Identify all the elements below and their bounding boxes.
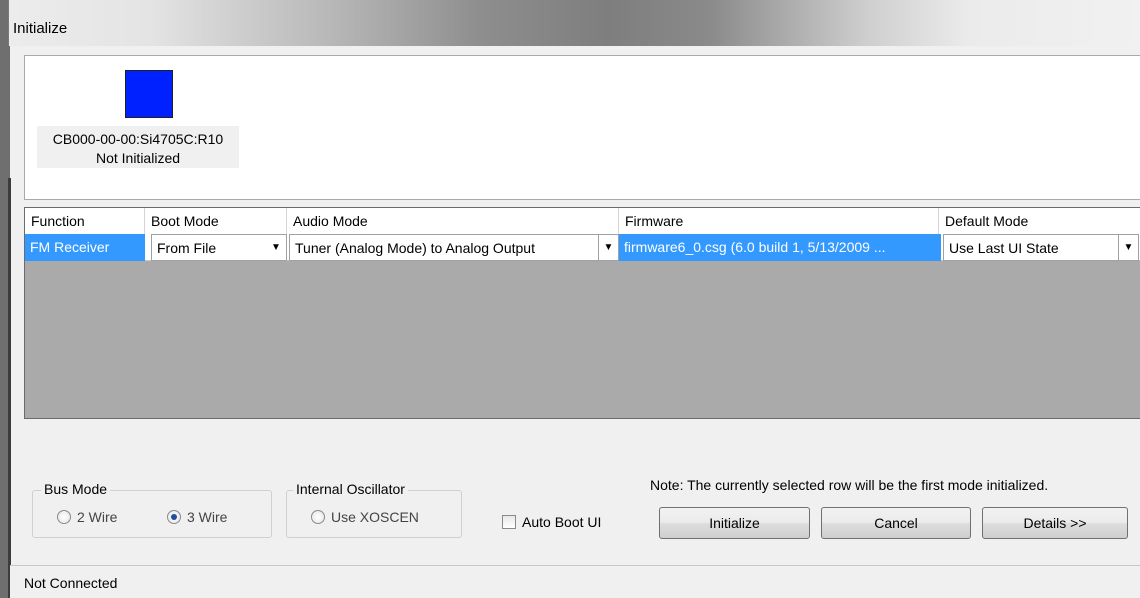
initialize-button[interactable]: Initialize [659, 507, 810, 539]
bus-mode-group: Bus Mode 2 Wire 3 Wire [32, 481, 272, 538]
radio-2-wire-label: 2 Wire [77, 509, 118, 525]
checkbox-icon [502, 515, 516, 529]
column-header-function[interactable]: Function [25, 208, 145, 234]
default-mode-select[interactable]: Use Last UI State ▼ [943, 234, 1139, 261]
column-header-default-mode[interactable]: Default Mode [939, 208, 1140, 234]
auto-boot-label: Auto Boot UI [522, 514, 602, 530]
device-status: Not Initialized [95, 150, 181, 166]
bus-mode-label: Bus Mode [41, 481, 111, 497]
auto-boot-checkbox[interactable]: Auto Boot UI [502, 514, 601, 530]
cell-firmware[interactable]: firmware6_0.csg (6.0 build 1, 5/13/2009 … [619, 234, 941, 261]
radio-3-wire[interactable]: 3 Wire [167, 509, 227, 525]
device-icon[interactable] [125, 70, 173, 118]
audio-mode-value: Tuner (Analog Mode) to Analog Output [295, 240, 535, 256]
radio-use-xoscen-label: Use XOSCEN [331, 509, 419, 525]
radio-icon [311, 510, 325, 524]
radio-3-wire-label: 3 Wire [187, 509, 228, 525]
default-mode-value: Use Last UI State [949, 240, 1059, 256]
cancel-button[interactable]: Cancel [821, 507, 971, 539]
status-bar: Not Connected [10, 565, 1140, 598]
oscillator-group: Internal Oscillator Use XOSCEN [286, 481, 462, 538]
table-row[interactable]: FM Receiver From File ▼ Tuner (Analog Mo… [25, 234, 1140, 261]
column-header-firmware[interactable]: Firmware [619, 208, 939, 234]
chevron-down-icon[interactable]: ▼ [1118, 235, 1138, 260]
device-panel: CB000-00-00:Si4705C:R10 Not Initialized [24, 55, 1140, 200]
cell-function[interactable]: FM Receiver [25, 234, 145, 261]
radio-selected-icon [167, 510, 181, 524]
chevron-down-icon[interactable]: ▼ [266, 235, 286, 260]
device-tile[interactable]: CB000-00-00:Si4705C:R10 Not Initialized [37, 62, 239, 168]
window-title: Initialize [13, 20, 68, 37]
note-text: Note: The currently selected row will be… [650, 477, 1049, 493]
boot-mode-select[interactable]: From File ▼ [151, 234, 287, 261]
radio-use-xoscen[interactable]: Use XOSCEN [311, 509, 419, 525]
radio-icon [57, 510, 71, 524]
title-bar[interactable]: Initialize [8, 0, 1140, 46]
connection-status: Not Connected [24, 575, 118, 591]
details-button[interactable]: Details >> [982, 507, 1128, 539]
oscillator-label: Internal Oscillator [293, 481, 408, 497]
chevron-down-icon[interactable]: ▼ [598, 235, 618, 260]
audio-mode-select[interactable]: Tuner (Analog Mode) to Analog Output ▼ [289, 234, 619, 261]
mode-grid[interactable]: Function Boot Mode Audio Mode Firmware D… [24, 207, 1140, 419]
column-header-audio-mode[interactable]: Audio Mode [287, 208, 619, 234]
radio-2-wire[interactable]: 2 Wire [57, 509, 117, 525]
grid-header: Function Boot Mode Audio Mode Firmware D… [25, 208, 1140, 234]
device-name: CB000-00-00:Si4705C:R10 [52, 131, 224, 147]
boot-mode-value: From File [157, 240, 217, 256]
column-header-boot-mode[interactable]: Boot Mode [145, 208, 287, 234]
window-left-edge-shadow [8, 178, 11, 598]
